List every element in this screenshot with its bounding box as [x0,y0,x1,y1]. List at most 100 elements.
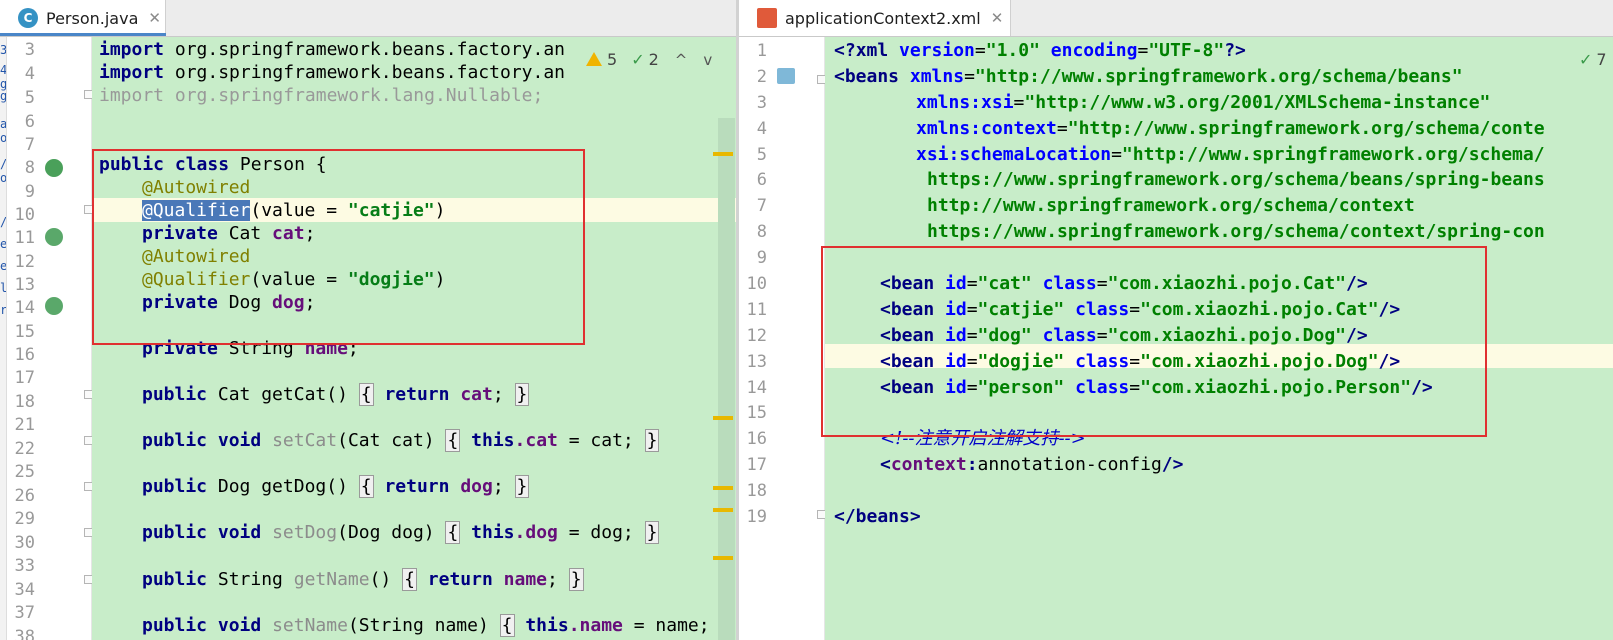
edge-char: / [0,215,7,229]
line-number: 7 [756,196,767,216]
line-number: 11 [14,228,35,248]
line-number: 13 [14,275,35,295]
edge-char: e [0,259,7,273]
line-number: 8 [756,222,767,242]
line-number: 17 [746,455,767,475]
line-number: 16 [746,429,767,449]
java-editor-pane: C Person.java ✕ 3 4 g g a o / o / e e l … [0,0,736,640]
line-number: 33 [14,556,35,576]
line-number: 6 [756,170,767,190]
line-number: 15 [746,403,767,423]
edge-char: / [0,157,7,171]
xml-line-19: </beans> [834,506,921,527]
xml-line-17: <context:annotation-config/> [880,454,1184,475]
line-number: 2 [756,67,767,87]
line-number: 18 [14,392,35,412]
tab-application-context[interactable]: applicationContext2.xml ✕ [739,0,1011,36]
inspection-widget[interactable]: 5 ✓ 2 ^ v [580,48,719,71]
line-number: 19 [746,507,767,527]
editor-scrollbar[interactable] [718,118,735,640]
chevron-up-icon[interactable]: ^ [675,51,688,69]
code-line-30: public void setDog(Dog dog) { this.dog =… [142,521,660,544]
autowired-bean-icon[interactable] [45,297,63,315]
edge-char: r [0,303,7,317]
xml-line-2: <beans xmlns="http://www.springframework… [834,66,1463,87]
edge-char: o [0,131,7,145]
xml-line-6: https://www.springframework.org/schema/b… [927,169,1545,190]
check-icon: ✓ [1579,50,1593,69]
line-number: 5 [24,88,35,108]
xml-line-5: xsi:schemaLocation="http://www.springfra… [916,144,1545,165]
line-number: 15 [14,322,35,342]
code-line-34: public String getName() { return name; } [142,568,584,591]
error-stripe-marker[interactable] [713,508,733,512]
line-number: 4 [24,64,35,84]
code-line-4: import org.springframework.beans.factory… [99,62,565,83]
code-line-22: public void setCat(Cat cat) { this.cat =… [142,429,660,452]
line-number: 4 [756,119,767,139]
spring-context-icon[interactable] [777,68,795,84]
bean-definition-highlight-box [821,246,1487,437]
line-number: 29 [14,509,35,529]
close-icon[interactable]: ✕ [991,9,1004,27]
xml-file-icon [757,8,777,28]
edge-char: a [0,117,7,131]
left-edge-strip: 3 4 g g a o / o / e e l r [0,37,7,640]
edge-char: g [0,89,7,103]
line-number: 26 [14,486,35,506]
line-number: 9 [756,248,767,268]
line-number: 3 [756,93,767,113]
line-number: 17 [14,368,35,388]
weak-warning-count: 2 [648,50,659,69]
edge-char: o [0,171,7,185]
line-number: 37 [14,603,35,623]
line-number: 5 [756,145,767,165]
line-number: 22 [14,439,35,459]
xml-editor-pane: applicationContext2.xml ✕ 1 2 3 4 5 6 7 … [739,0,1613,640]
inspection-widget[interactable]: ✓ 7 [1579,50,1607,69]
code-line-18: public Cat getCat() { return cat; } [142,383,530,406]
line-number: 1 [756,41,767,61]
line-number: 25 [14,462,35,482]
code-line-38: public void setName(String name) { this.… [142,614,736,638]
java-tab-bar: C Person.java ✕ [0,0,736,37]
line-number: 7 [24,135,35,155]
line-number: 14 [746,378,767,398]
line-number: 21 [14,415,35,435]
chevron-down-icon[interactable]: v [703,51,712,69]
tab-label: applicationContext2.xml [785,8,981,28]
tab-person-java[interactable]: C Person.java ✕ [0,0,166,36]
active-tab-indicator [0,33,166,36]
code-line-5: import org.springframework.lang.Nullable… [99,85,544,106]
warning-icon [586,51,602,66]
autowired-bean-icon[interactable] [45,228,63,246]
bean-class-icon[interactable] [45,159,63,177]
error-stripe-marker[interactable] [713,416,733,420]
close-icon[interactable]: ✕ [148,9,161,27]
edge-char: e [0,237,7,251]
line-number: 8 [24,158,35,178]
edge-char: 4 [0,63,7,77]
line-number: 9 [24,182,35,202]
xml-line-7: http://www.springframework.org/schema/co… [927,195,1415,216]
xml-line-3: xmlns:xsi="http://www.w3.org/2001/XMLSch… [916,92,1491,113]
java-class-icon: C [18,8,38,28]
check-icon: ✓ [631,50,645,69]
error-stripe-marker[interactable] [713,486,733,490]
xml-line-1: <?xml version="1.0" encoding="UTF-8"?> [834,40,1246,61]
line-number: 16 [14,345,35,365]
line-number: 12 [746,326,767,346]
weak-warning-count: 7 [1596,50,1607,69]
line-number: 3 [24,40,35,60]
line-number: 13 [746,352,767,372]
error-stripe-marker[interactable] [713,556,733,560]
line-number: 34 [14,580,35,600]
edge-char: l [0,281,7,295]
line-number: 11 [746,300,767,320]
annotation-highlight-box [92,149,585,345]
warning-count: 5 [607,50,618,69]
line-number: 12 [14,252,35,272]
line-number: 6 [24,112,35,132]
error-stripe-marker[interactable] [713,152,733,156]
code-line-3: import org.springframework.beans.factory… [99,39,565,60]
